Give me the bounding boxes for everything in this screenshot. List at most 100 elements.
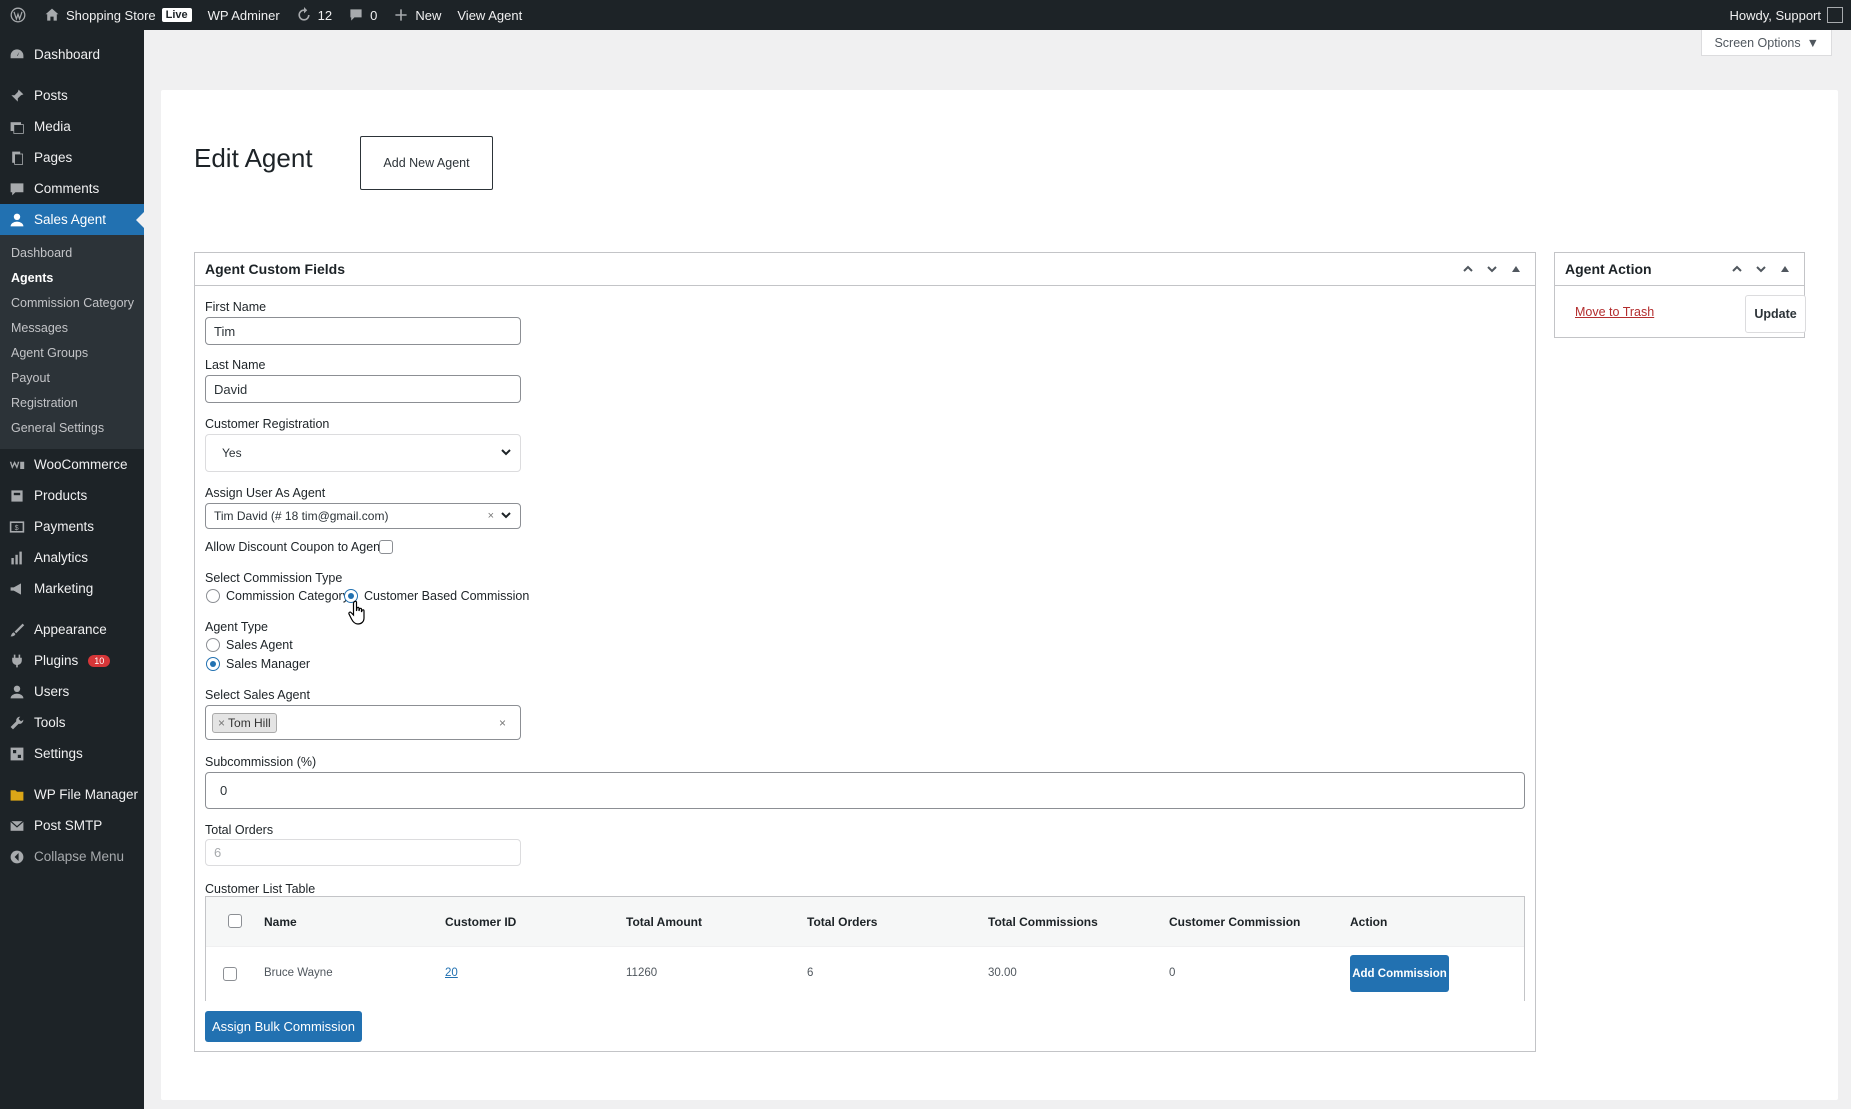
screen-options-label: Screen Options — [1714, 35, 1801, 50]
postbox-header: Agent Action — [1555, 253, 1804, 286]
cell-total-commissions: 30.00 — [988, 967, 1017, 979]
total-orders-input[interactable]: 6 — [205, 839, 521, 866]
add-commission-button[interactable]: Add Commission — [1350, 955, 1449, 992]
menu-marketing[interactable]: Marketing — [0, 573, 144, 604]
dashboard-icon — [8, 46, 26, 64]
menu-tools[interactable]: Tools — [0, 707, 144, 738]
col-name[interactable]: Name — [264, 915, 297, 929]
col-total-commissions[interactable]: Total Commissions — [988, 915, 1098, 929]
submenu-dashboard[interactable]: Dashboard — [0, 241, 144, 266]
submenu-agents[interactable]: Agents — [0, 266, 144, 291]
menu-label: Analytics — [34, 550, 89, 565]
last-name-input[interactable]: David — [205, 375, 521, 403]
menu-users[interactable]: Users — [0, 676, 144, 707]
clear-all-icon[interactable]: × — [499, 716, 512, 730]
collapse-menu-button[interactable]: Collapse Menu — [0, 841, 144, 872]
pin-icon — [8, 87, 26, 105]
menu-wp-file-manager[interactable]: WP File Manager — [0, 779, 144, 810]
my-account[interactable]: Howdy, Support — [1721, 0, 1851, 30]
radio-sales-manager[interactable] — [206, 657, 220, 671]
products-icon — [8, 487, 26, 505]
clear-icon[interactable]: × — [488, 510, 494, 522]
menu-analytics[interactable]: Analytics — [0, 542, 144, 573]
radio-sales-agent[interactable] — [206, 638, 220, 652]
new-content-link[interactable]: New — [385, 0, 449, 30]
menu-settings[interactable]: Settings — [0, 738, 144, 769]
update-button[interactable]: Update — [1745, 295, 1806, 333]
wp-adminer-link[interactable]: WP Adminer — [200, 0, 288, 30]
customer-registration-select[interactable]: Yes — [205, 434, 521, 472]
assign-bulk-commission-button[interactable]: Assign Bulk Commission — [205, 1011, 362, 1042]
menu-label: Collapse Menu — [34, 849, 125, 864]
radio-customer-based-commission-label: Customer Based Commission — [364, 589, 530, 603]
selected-agent-chip[interactable]: × Tom Hill — [212, 712, 277, 733]
menu-comments[interactable]: Comments — [0, 173, 144, 204]
menu-dashboard[interactable]: Dashboard — [0, 39, 144, 70]
move-down-icon[interactable] — [1483, 260, 1501, 278]
customer-registration-value: Yes — [222, 446, 242, 460]
radio-sales-manager-label: Sales Manager — [226, 657, 311, 671]
submenu-registration[interactable]: Registration — [0, 391, 144, 416]
menu-products[interactable]: Products — [0, 480, 144, 511]
select-all-checkbox[interactable] — [228, 914, 242, 928]
menu-payments[interactable]: $ Payments — [0, 511, 144, 542]
first-name-input[interactable]: Tim — [205, 317, 521, 345]
move-to-trash-link[interactable]: Move to Trash — [1575, 305, 1654, 319]
menu-label: Post SMTP — [34, 818, 103, 833]
toggle-panel-icon[interactable] — [1507, 260, 1525, 278]
move-up-icon[interactable] — [1728, 260, 1746, 278]
row-checkbox[interactable] — [223, 967, 237, 981]
customer-registration-label: Customer Registration — [205, 417, 330, 431]
comments-link[interactable]: 0 — [340, 0, 385, 30]
menu-sales-agent[interactable]: Sales Agent — [0, 204, 144, 235]
cell-customer-id: 20 — [445, 967, 458, 979]
view-agent-link[interactable]: View Agent — [449, 0, 530, 30]
screen-options-button[interactable]: Screen Options ▼ — [1701, 30, 1832, 56]
updates-link[interactable]: 12 — [288, 0, 340, 30]
menu-label: Users — [34, 684, 70, 699]
radio-commission-category[interactable] — [206, 589, 220, 603]
menu-woocommerce[interactable]: WooCommerce — [0, 449, 144, 480]
toggle-panel-icon[interactable] — [1776, 260, 1794, 278]
menu-appearance[interactable]: Appearance — [0, 614, 144, 645]
remove-chip-icon[interactable]: × — [218, 716, 225, 730]
subcommission-input[interactable]: 0 — [205, 772, 1525, 809]
col-total-amount[interactable]: Total Amount — [626, 915, 702, 929]
customer-list-label: Customer List Table — [205, 882, 316, 896]
menu-label: Sales Agent — [34, 212, 107, 227]
submenu-payout[interactable]: Payout — [0, 366, 144, 391]
customer-list-table: Name Customer ID Total Amount Total Orde… — [205, 896, 1525, 1001]
submenu-agent-groups[interactable]: Agent Groups — [0, 341, 144, 366]
refresh-icon — [298, 7, 310, 21]
wordpress-logo-icon[interactable] — [0, 0, 36, 30]
menu-posts[interactable]: Posts — [0, 80, 144, 111]
caret-down-icon: ▼ — [1806, 35, 1819, 50]
submenu-general-settings[interactable]: General Settings — [0, 416, 144, 441]
home-icon — [45, 8, 59, 21]
allow-discount-checkbox[interactable] — [379, 540, 393, 554]
col-customer-id[interactable]: Customer ID — [445, 915, 516, 929]
add-new-agent-button[interactable]: Add New Agent — [360, 136, 493, 190]
site-name-link[interactable]: Shopping Store Live — [36, 0, 200, 30]
media-icon — [8, 118, 26, 136]
view-agent-label: View Agent — [457, 7, 523, 23]
submenu-messages[interactable]: Messages — [0, 316, 144, 341]
move-up-icon[interactable] — [1459, 260, 1477, 278]
live-badge: Live — [161, 8, 192, 22]
updates-count: 12 — [317, 7, 333, 23]
menu-post-smtp[interactable]: Post SMTP — [0, 810, 144, 841]
menu-plugins[interactable]: Plugins 10 — [0, 645, 144, 676]
collapse-icon — [8, 848, 26, 866]
col-total-orders[interactable]: Total Orders — [807, 915, 877, 929]
select-sales-agent-multiselect[interactable]: × Tom Hill × — [205, 705, 521, 740]
assign-user-label: Assign User As Agent — [205, 486, 326, 500]
assign-user-select[interactable]: Tim David (# 18 tim@gmail.com) × — [205, 503, 521, 529]
col-customer-commission[interactable]: Customer Commission — [1169, 915, 1300, 929]
customer-id-link[interactable]: 20 — [445, 967, 458, 979]
menu-media[interactable]: Media — [0, 111, 144, 142]
hand-cursor-icon — [348, 600, 365, 625]
move-down-icon[interactable] — [1752, 260, 1770, 278]
submenu-commission-category[interactable]: Commission Category — [0, 291, 144, 316]
page-title: Edit Agent — [194, 143, 313, 173]
menu-pages[interactable]: Pages — [0, 142, 144, 173]
